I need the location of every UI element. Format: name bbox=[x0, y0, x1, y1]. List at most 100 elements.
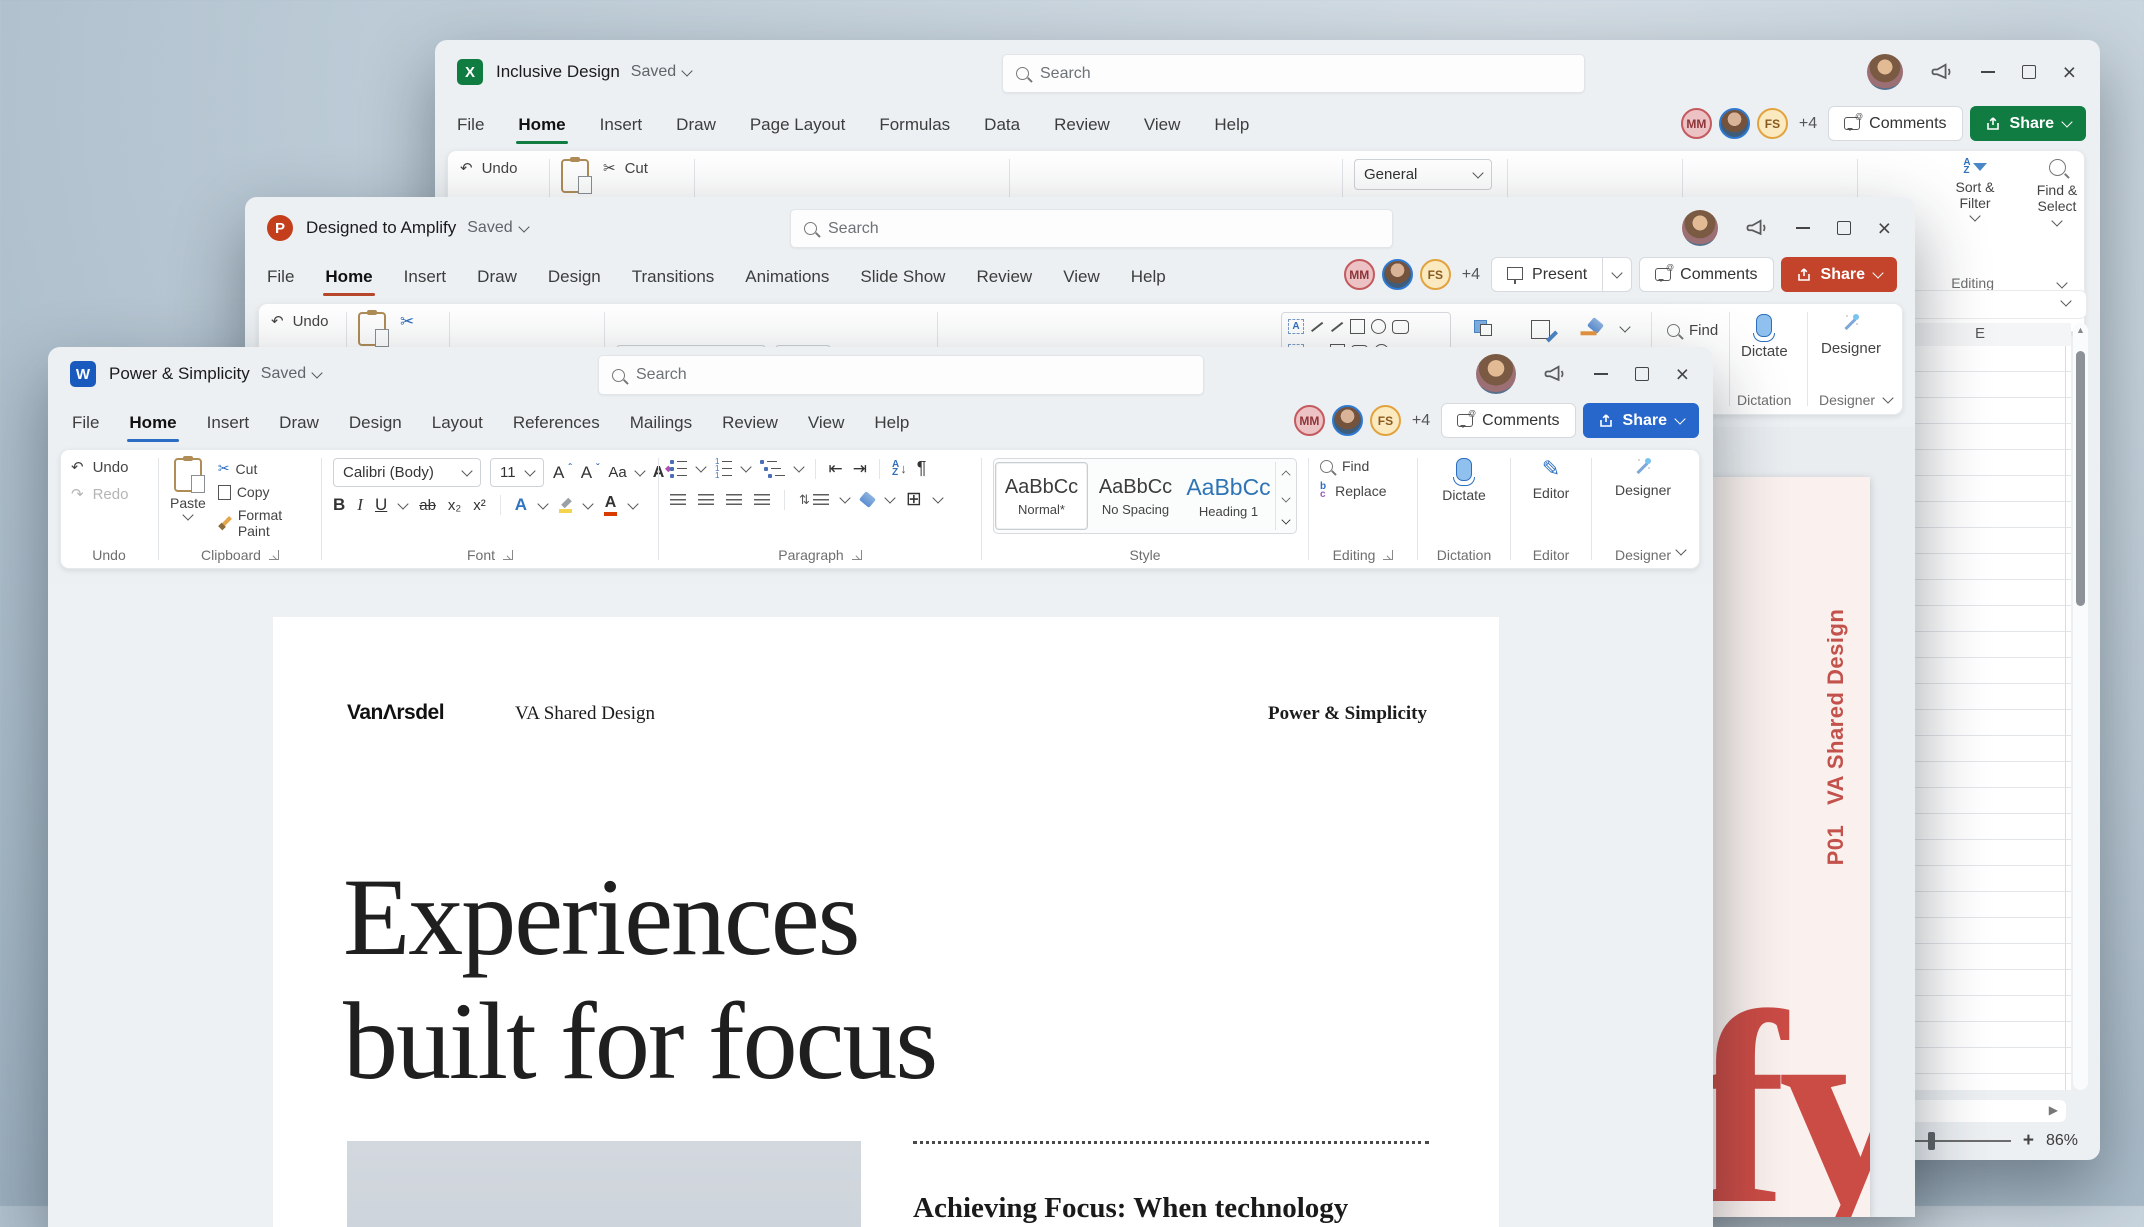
close-button[interactable]: × bbox=[1676, 362, 1689, 386]
powerpoint-save-status[interactable]: Saved bbox=[467, 219, 530, 237]
arrow-shape-icon[interactable] bbox=[1330, 321, 1344, 332]
word-save-status[interactable]: Saved bbox=[261, 365, 323, 383]
replace-button[interactable]: b c Replace bbox=[1320, 482, 1386, 500]
dialog-launcher-icon[interactable] bbox=[1383, 550, 1394, 560]
font-color-button[interactable]: A bbox=[604, 495, 617, 516]
font-size-select[interactable]: 11 bbox=[490, 458, 544, 487]
tab-file[interactable]: File bbox=[265, 263, 296, 291]
minimize-button[interactable] bbox=[1980, 71, 1995, 73]
powerpoint-search-input[interactable]: Search bbox=[790, 209, 1393, 248]
sort-icon[interactable]: A Z ↓ bbox=[892, 459, 907, 477]
collaborator-avatar-photo[interactable] bbox=[1718, 108, 1750, 139]
comments-button[interactable]: Comments bbox=[1441, 403, 1576, 438]
format-painter-button[interactable]: Format Paint bbox=[218, 507, 310, 539]
tab-help[interactable]: Help bbox=[1129, 263, 1168, 291]
tab-draw[interactable]: Draw bbox=[277, 409, 321, 437]
column-header-e[interactable]: E bbox=[1975, 325, 1985, 342]
tab-page-layout[interactable]: Page Layout bbox=[748, 111, 847, 139]
align-left-icon[interactable] bbox=[670, 493, 686, 506]
rounded-rectangle-shape-icon[interactable] bbox=[1392, 319, 1409, 334]
tab-draw[interactable]: Draw bbox=[475, 263, 519, 291]
minimize-button[interactable] bbox=[1593, 373, 1608, 375]
minimize-button[interactable] bbox=[1795, 227, 1810, 229]
tab-draw[interactable]: Draw bbox=[674, 111, 718, 139]
dictate-button[interactable]: Dictate bbox=[1741, 314, 1788, 360]
tab-home[interactable]: Home bbox=[323, 263, 375, 296]
present-dropdown[interactable] bbox=[1602, 257, 1631, 292]
zoom-level[interactable]: 86% bbox=[2046, 1132, 2078, 1150]
more-collaborators[interactable]: +4 bbox=[1799, 115, 1817, 133]
megaphone-icon[interactable] bbox=[1930, 62, 1954, 82]
bullets-icon[interactable] bbox=[670, 460, 687, 478]
zoom-in-button[interactable]: + bbox=[2023, 1130, 2034, 1152]
collaborator-avatar-fs[interactable]: FS bbox=[1419, 259, 1451, 290]
quick-styles-icon[interactable] bbox=[1531, 320, 1550, 339]
paste-button[interactable]: Paste bbox=[170, 458, 206, 521]
tab-layout[interactable]: Layout bbox=[430, 409, 485, 437]
document-page[interactable]: VanΛrsdel VA Shared Design Power & Simpl… bbox=[273, 617, 1499, 1227]
align-right-icon[interactable] bbox=[726, 493, 742, 506]
vertical-scrollbar[interactable]: ▲ bbox=[2073, 323, 2088, 1090]
rectangle-shape-icon[interactable] bbox=[1350, 319, 1365, 334]
tab-design[interactable]: Design bbox=[546, 263, 603, 291]
more-collaborators[interactable]: +4 bbox=[1462, 266, 1480, 284]
collaborator-avatar-fs[interactable]: FS bbox=[1369, 405, 1401, 436]
expand-formula-bar-chevron[interactable] bbox=[2060, 295, 2072, 307]
excel-save-status[interactable]: Saved bbox=[631, 63, 693, 81]
align-center-icon[interactable] bbox=[698, 493, 714, 506]
line-spacing-icon[interactable]: ⇅ bbox=[799, 492, 829, 508]
tab-view[interactable]: View bbox=[806, 409, 847, 437]
copy-button[interactable]: Copy bbox=[217, 481, 310, 500]
borders-icon[interactable]: ⊞ bbox=[906, 488, 922, 511]
tab-home[interactable]: Home bbox=[516, 111, 568, 144]
style-gallery-up[interactable] bbox=[1281, 470, 1291, 480]
cut-icon[interactable]: ✂ bbox=[400, 312, 414, 332]
tab-file[interactable]: File bbox=[70, 409, 101, 437]
highlight-color-button[interactable] bbox=[559, 499, 573, 513]
undo-button[interactable]: ↶ Undo bbox=[460, 159, 517, 178]
tab-formulas[interactable]: Formulas bbox=[877, 111, 952, 139]
tab-review[interactable]: Review bbox=[974, 263, 1034, 291]
undo-button[interactable]: ↶ Undo bbox=[271, 312, 328, 331]
style-gallery-expand[interactable] bbox=[1281, 515, 1291, 525]
tab-animations[interactable]: Animations bbox=[743, 263, 831, 291]
share-button[interactable]: Share bbox=[1969, 106, 2086, 141]
tab-file[interactable]: File bbox=[455, 111, 486, 139]
document-image-placeholder[interactable] bbox=[347, 1141, 861, 1227]
tab-view[interactable]: View bbox=[1061, 263, 1102, 291]
show-formatting-marks-icon[interactable]: ¶ bbox=[917, 458, 927, 479]
comments-button[interactable]: Comments bbox=[1828, 106, 1963, 141]
font-name-select[interactable]: Calibri (Body) bbox=[333, 458, 481, 487]
number-format-select[interactable]: General bbox=[1354, 159, 1492, 190]
collaborator-avatar-photo[interactable] bbox=[1381, 259, 1413, 290]
arrange-icon[interactable] bbox=[1474, 320, 1492, 336]
collaborator-avatar-mm[interactable]: MM bbox=[1343, 259, 1375, 290]
scroll-up-arrow[interactable]: ▲ bbox=[2076, 325, 2085, 335]
decrease-indent-icon[interactable]: ⇤ bbox=[828, 459, 842, 479]
multilevel-list-icon[interactable] bbox=[760, 460, 785, 478]
tab-mailings[interactable]: Mailings bbox=[628, 409, 694, 437]
italic-button[interactable]: I bbox=[357, 495, 363, 515]
zoom-slider-handle[interactable] bbox=[1927, 1132, 1935, 1150]
bold-button[interactable]: B bbox=[333, 495, 345, 515]
tab-insert[interactable]: Insert bbox=[402, 263, 449, 291]
collapse-ribbon-chevron[interactable] bbox=[1882, 392, 1894, 404]
cut-button[interactable]: ✂ Cut bbox=[603, 159, 648, 178]
tab-insert[interactable]: Insert bbox=[205, 409, 252, 437]
designer-button[interactable]: Designer bbox=[1821, 314, 1881, 357]
excel-search-input[interactable]: Search bbox=[1002, 54, 1585, 93]
tab-help[interactable]: Help bbox=[1212, 111, 1251, 139]
undo-button[interactable]: ↶ Undo bbox=[71, 458, 128, 477]
tab-help[interactable]: Help bbox=[872, 409, 911, 437]
style-normal[interactable]: AaBbCc Normal* bbox=[995, 462, 1088, 530]
tab-data[interactable]: Data bbox=[982, 111, 1022, 139]
comments-button[interactable]: Comments bbox=[1639, 257, 1774, 292]
more-collaborators[interactable]: +4 bbox=[1412, 412, 1430, 430]
tab-review[interactable]: Review bbox=[720, 409, 780, 437]
find-button[interactable]: Find bbox=[1320, 458, 1369, 474]
change-case-button[interactable]: Aa bbox=[608, 464, 626, 481]
scroll-right-arrow[interactable]: ▶ bbox=[2049, 1103, 2058, 1117]
present-button[interactable]: Present bbox=[1491, 257, 1633, 292]
style-heading-1[interactable]: AaBbCc Heading 1 bbox=[1183, 462, 1274, 530]
grow-font-button[interactable]: Aˆ bbox=[553, 463, 572, 483]
